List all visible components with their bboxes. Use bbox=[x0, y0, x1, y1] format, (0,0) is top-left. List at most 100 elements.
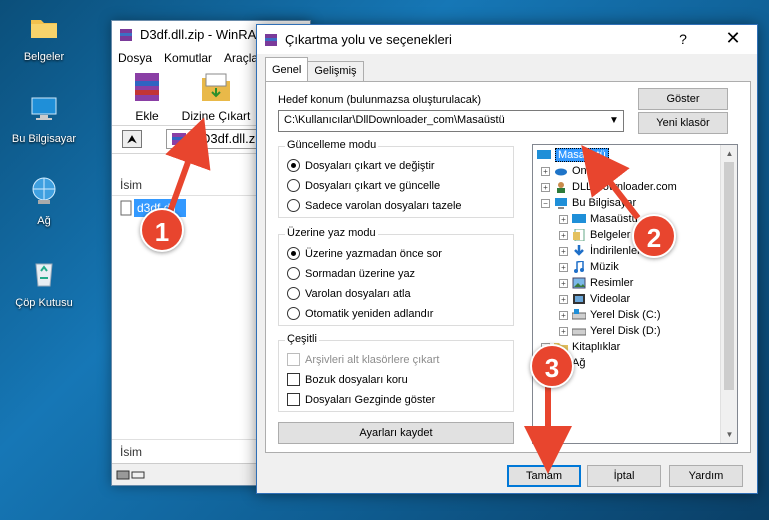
folder-tree[interactable]: Masaüstü + OneDrive + DLL Downloader.com… bbox=[532, 144, 738, 444]
tree-item-label: Kitaplıklar bbox=[572, 341, 621, 353]
desktop-icon-documents[interactable]: Belgeler bbox=[8, 10, 80, 63]
scroll-up-icon[interactable]: ▲ bbox=[721, 145, 737, 162]
tree-item-documents[interactable]: + Belgeler bbox=[559, 227, 630, 243]
show-button[interactable]: Göster bbox=[638, 88, 728, 110]
expand-icon[interactable]: + bbox=[541, 182, 550, 192]
tab-advanced[interactable]: Gelişmiş bbox=[307, 61, 364, 81]
radio-button[interactable] bbox=[287, 159, 300, 172]
callout-badge-3: 3 bbox=[530, 344, 574, 388]
radio-button[interactable] bbox=[287, 179, 300, 192]
overwrite-option-ask[interactable]: Üzerine yazmadan önce sor bbox=[287, 247, 442, 260]
add-button[interactable]: Ekle bbox=[122, 70, 172, 123]
cancel-button[interactable]: İptal bbox=[587, 465, 661, 487]
tree-item-drive-c[interactable]: + Yerel Disk (C:) bbox=[559, 307, 661, 323]
destination-label: Hedef konum (bulunmazsa oluşturulacak) bbox=[278, 94, 481, 106]
dialog-titlebar[interactable]: Çıkartma yolu ve seçenekleri ? ✕ bbox=[257, 25, 757, 54]
tree-item-music[interactable]: + Müzik bbox=[559, 259, 619, 275]
extract-to-button[interactable]: Dizine Çıkart bbox=[178, 70, 254, 123]
option-label: Dosyaları çıkart ve değiştir bbox=[305, 159, 435, 172]
extraction-dialog[interactable]: Çıkartma yolu ve seçenekleri ? ✕ Genel G… bbox=[256, 24, 758, 494]
desktop-icon bbox=[572, 214, 586, 223]
option-label: Sadece varolan dosyaları tazele bbox=[305, 199, 462, 212]
dialog-tabs: Genel Gelişmiş bbox=[265, 57, 364, 81]
tree-item-this-pc[interactable]: − Bu Bilgisayar bbox=[541, 195, 636, 211]
desktop-icon bbox=[537, 150, 551, 159]
tree-item-label: Yerel Disk (D:) bbox=[590, 325, 661, 337]
tree-item-onedrive[interactable]: + OneDrive bbox=[541, 163, 618, 179]
misc-option-keep-broken[interactable]: Bozuk dosyaları koru bbox=[287, 373, 408, 386]
overwrite-option-without-prompt[interactable]: Sormadan üzerine yaz bbox=[287, 267, 415, 280]
new-folder-button[interactable]: Yeni klasör bbox=[638, 112, 728, 134]
expand-icon[interactable]: + bbox=[559, 246, 568, 256]
collapse-icon[interactable]: − bbox=[541, 198, 550, 208]
tree-item-desktop[interactable]: + Masaüstü bbox=[559, 211, 638, 227]
update-option-extract-replace[interactable]: Dosyaları çıkart ve değiştir bbox=[287, 159, 435, 172]
menu-file[interactable]: Dosya bbox=[118, 51, 152, 65]
expand-icon[interactable]: + bbox=[559, 214, 568, 224]
radio-button[interactable] bbox=[287, 287, 300, 300]
expand-icon[interactable]: + bbox=[559, 294, 568, 304]
add-archive-icon bbox=[135, 73, 159, 101]
expand-icon[interactable]: + bbox=[559, 262, 568, 272]
save-settings-button[interactable]: Ayarları kaydet bbox=[278, 422, 514, 444]
file-list-row[interactable]: d3df.dll bbox=[120, 199, 260, 217]
tree-item-videos[interactable]: + Videolar bbox=[559, 291, 630, 307]
tree-item-label: İndirilenler bbox=[590, 245, 641, 257]
expand-icon[interactable]: + bbox=[559, 310, 568, 320]
expand-icon[interactable]: + bbox=[559, 326, 568, 336]
destination-path-combo[interactable]: C:\Kullanıcılar\DllDownloader_com\Masaüs… bbox=[278, 110, 624, 132]
folder-icon bbox=[31, 20, 57, 38]
desktop-icon-label: Belgeler bbox=[23, 51, 65, 63]
desktop-icon-label: Çöp Kutusu bbox=[15, 297, 73, 309]
misc-title: Çeşitli bbox=[285, 333, 319, 345]
tree-scrollbar[interactable]: ▲ ▼ bbox=[720, 145, 737, 443]
overwrite-option-skip[interactable]: Varolan dosyaları atla bbox=[287, 287, 411, 300]
menu-commands[interactable]: Komutlar bbox=[164, 51, 212, 65]
add-label: Ekle bbox=[135, 109, 159, 123]
expand-icon[interactable]: + bbox=[559, 278, 568, 288]
computer-icon bbox=[555, 198, 567, 209]
update-mode-group: Güncelleme modu Dosyaları çıkart ve deği… bbox=[278, 139, 514, 218]
music-icon bbox=[574, 261, 584, 273]
up-folder-button[interactable]: ⮝ bbox=[122, 130, 142, 148]
tree-item-pictures[interactable]: + Resimler bbox=[559, 275, 633, 291]
misc-option-subfolders: Arşivleri alt klasörlere çıkart bbox=[287, 353, 439, 366]
tree-item-desktop-root[interactable]: Masaüstü bbox=[537, 147, 609, 163]
help-button[interactable]: Yardım bbox=[669, 465, 743, 487]
update-mode-title: Güncelleme modu bbox=[285, 139, 379, 151]
dll-file-icon bbox=[120, 200, 132, 216]
scrollbar-thumb[interactable] bbox=[724, 162, 734, 390]
chevron-down-icon[interactable]: ▼ bbox=[605, 111, 623, 131]
desktop-icon-recycle-bin[interactable]: Çöp Kutusu bbox=[8, 256, 80, 309]
help-icon[interactable]: ? bbox=[671, 31, 695, 47]
expand-icon[interactable]: + bbox=[541, 166, 550, 176]
winrar-icon bbox=[265, 33, 277, 46]
close-icon[interactable]: ✕ bbox=[721, 28, 745, 49]
checkbox[interactable] bbox=[287, 373, 300, 386]
radio-button[interactable] bbox=[287, 267, 300, 280]
desktop-icon-this-pc[interactable]: Bu Bilgisayar bbox=[8, 92, 80, 145]
tree-item-label: Masaüstü bbox=[555, 148, 609, 162]
expand-icon[interactable]: + bbox=[559, 230, 568, 240]
update-option-fresh-existing[interactable]: Sadece varolan dosyaları tazele bbox=[287, 199, 462, 212]
tree-item-downloads[interactable]: + İndirilenler bbox=[559, 243, 641, 259]
ok-button[interactable]: Tamam bbox=[507, 465, 581, 487]
tree-item-user[interactable]: + DLL Downloader.com bbox=[541, 179, 677, 195]
misc-option-show-explorer[interactable]: Dosyaları Gezginde göster bbox=[287, 393, 435, 406]
update-option-extract-update[interactable]: Dosyaları çıkart ve güncelle bbox=[287, 179, 440, 192]
up-arrow-icon: ⮝ bbox=[126, 132, 138, 146]
checkbox[interactable] bbox=[287, 393, 300, 406]
option-label: Varolan dosyaları atla bbox=[305, 287, 411, 300]
tree-item-label: Bu Bilgisayar bbox=[572, 197, 637, 209]
radio-button[interactable] bbox=[287, 307, 300, 320]
radio-button[interactable] bbox=[287, 199, 300, 212]
winrar-icon bbox=[120, 28, 132, 41]
option-label: Bozuk dosyaları koru bbox=[305, 373, 408, 386]
tree-item-drive-d[interactable]: + Yerel Disk (D:) bbox=[559, 323, 661, 339]
overwrite-option-rename[interactable]: Otomatik yeniden adlandır bbox=[287, 307, 433, 320]
tab-general[interactable]: Genel bbox=[265, 57, 309, 81]
scroll-down-icon[interactable]: ▼ bbox=[721, 426, 737, 443]
desktop-icon-network[interactable]: Ağ bbox=[8, 174, 80, 227]
drive-status-icon bbox=[116, 470, 145, 480]
radio-button[interactable] bbox=[287, 247, 300, 260]
